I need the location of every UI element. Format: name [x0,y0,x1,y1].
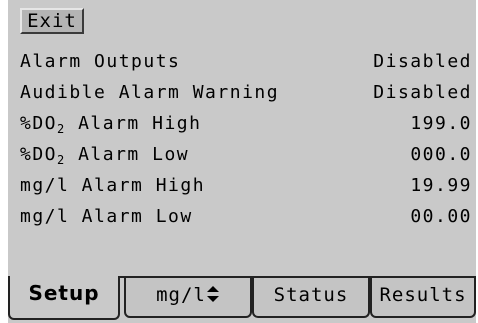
tab-status[interactable]: Status [252,278,370,318]
setting-row-do2-alarm-high[interactable]: %DO2 Alarm High 199.0 [8,109,476,140]
tab-mgl[interactable]: mg/l [124,278,252,318]
setting-label: %DO2 Alarm High [20,113,202,136]
tab-bar: Setup mg/l Status Results [8,272,476,323]
setting-label: Alarm Outputs [20,51,181,72]
label-subscript: 2 [57,122,66,136]
settings-list: Alarm Outputs Disabled Audible Alarm War… [8,47,476,233]
up-down-arrows-icon [206,285,219,302]
setting-label: Audible Alarm Warning [20,82,280,103]
setting-label: mg/l Alarm Low [20,206,193,227]
setting-row-alarm-outputs[interactable]: Alarm Outputs Disabled [8,47,476,78]
tab-setup[interactable]: Setup [8,276,120,320]
label-post: Alarm Low [65,144,190,165]
setting-label: mg/l Alarm High [20,175,206,196]
tab-results[interactable]: Results [370,278,476,318]
setting-value: Disabled [373,82,472,103]
label-pre: %DO [20,144,58,165]
setting-label: %DO2 Alarm Low [20,144,190,167]
setting-row-do2-alarm-low[interactable]: %DO2 Alarm Low 000.0 [8,140,476,171]
setting-value: 000.0 [410,144,472,165]
setting-value: 00.00 [410,206,472,227]
label-post: Alarm High [65,113,202,134]
setting-value: Disabled [373,51,472,72]
label-subscript: 2 [57,153,66,167]
label-pre: %DO [20,113,58,134]
setting-row-audible-alarm-warning[interactable]: Audible Alarm Warning Disabled [8,78,476,109]
setting-row-mgl-alarm-high[interactable]: mg/l Alarm High 19.99 [8,171,476,202]
exit-button[interactable]: Exit [20,8,84,34]
setting-value: 19.99 [410,175,472,196]
tab-mgl-label: mg/l [156,284,206,306]
setting-row-mgl-alarm-low[interactable]: mg/l Alarm Low 00.00 [8,202,476,233]
setting-value: 199.0 [410,113,472,134]
device-screen: Exit Alarm Outputs Disabled Audible Alar… [8,0,476,323]
